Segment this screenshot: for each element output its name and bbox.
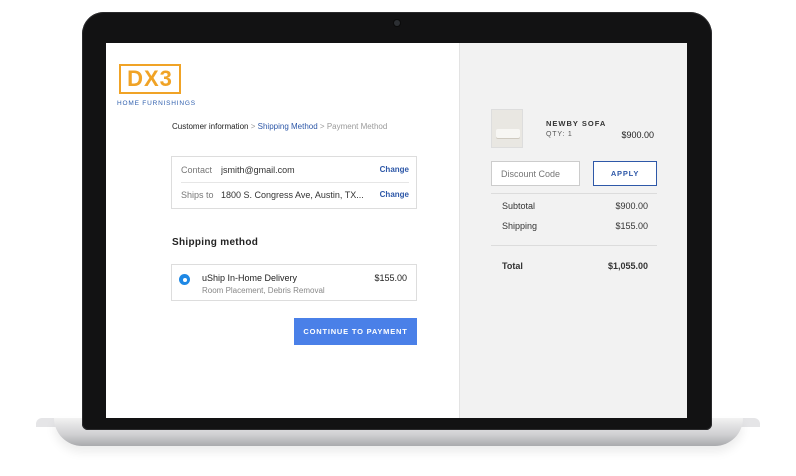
camera-icon xyxy=(394,20,400,26)
product-thumbnail xyxy=(491,109,523,148)
product-price: $900.00 xyxy=(621,130,654,140)
product-quantity: QTY: 1 xyxy=(546,131,573,138)
shipping-option-name: uShip In-Home Delivery xyxy=(202,273,298,283)
shipping-row: Shipping $155.00 xyxy=(502,221,648,231)
summary-divider xyxy=(491,193,657,194)
subtotal-row: Subtotal $900.00 xyxy=(502,201,648,211)
shipping-option-description: Room Placement, Debris Removal xyxy=(202,286,325,295)
total-row: Total $1,055.00 xyxy=(502,261,648,271)
ships-to-value: 1800 S. Congress Ave, Austin, TX... xyxy=(221,189,364,200)
apply-discount-button[interactable]: APPLY xyxy=(593,161,657,186)
contact-row: Contact jsmith@gmail.com Change xyxy=(181,157,409,183)
ships-to-change-link[interactable]: Change xyxy=(380,190,409,199)
contact-change-link[interactable]: Change xyxy=(380,165,409,174)
product-name: NEWBY SOFA xyxy=(546,119,607,128)
shipping-option-radio[interactable] xyxy=(179,274,190,285)
logo-text: DX3 xyxy=(127,66,173,91)
breadcrumb-customer-information[interactable]: Customer information xyxy=(172,122,248,131)
sofa-image xyxy=(496,129,520,138)
screen: DX3 HOME FURNISHINGS Customer informatio… xyxy=(106,43,687,418)
breadcrumb-separator: > xyxy=(319,122,325,131)
brand-tagline: HOME FURNISHINGS xyxy=(117,100,196,107)
continue-to-payment-button[interactable]: CONTINUE TO PAYMENT xyxy=(294,318,417,345)
total-value: $1,055.00 xyxy=(607,261,648,271)
brand-logo[interactable]: DX3 xyxy=(119,64,181,94)
discount-code-input[interactable] xyxy=(491,161,580,186)
shipping-method-title: Shipping method xyxy=(172,237,259,248)
shipping-option[interactable]: uShip In-Home Delivery Room Placement, D… xyxy=(171,264,417,301)
review-box: Contact jsmith@gmail.com Change Ships to… xyxy=(171,156,417,209)
subtotal-label: Subtotal xyxy=(502,201,536,211)
contact-label: Contact xyxy=(181,164,213,175)
shipping-value: $155.00 xyxy=(615,221,648,231)
order-summary: NEWBY SOFA QTY: 1 $900.00 APPLY Subtotal… xyxy=(459,43,687,418)
shipping-label: Shipping xyxy=(502,221,538,231)
total-divider xyxy=(491,245,657,246)
ships-to-label: Ships to xyxy=(181,189,214,200)
breadcrumb-shipping-method: Shipping Method xyxy=(257,122,318,131)
shipping-option-price: $155.00 xyxy=(374,273,407,283)
breadcrumb-payment-method: Payment Method xyxy=(326,122,388,131)
breadcrumb: Customer information > Shipping Method >… xyxy=(172,122,387,131)
subtotal-value: $900.00 xyxy=(615,201,648,211)
breadcrumb-separator: > xyxy=(250,122,256,131)
ships-to-row: Ships to 1800 S. Congress Ave, Austin, T… xyxy=(181,182,409,207)
laptop-lid: DX3 HOME FURNISHINGS Customer informatio… xyxy=(82,12,712,430)
contact-value: jsmith@gmail.com xyxy=(221,164,295,175)
checkout-main: DX3 HOME FURNISHINGS Customer informatio… xyxy=(106,43,459,418)
total-label: Total xyxy=(502,261,523,271)
